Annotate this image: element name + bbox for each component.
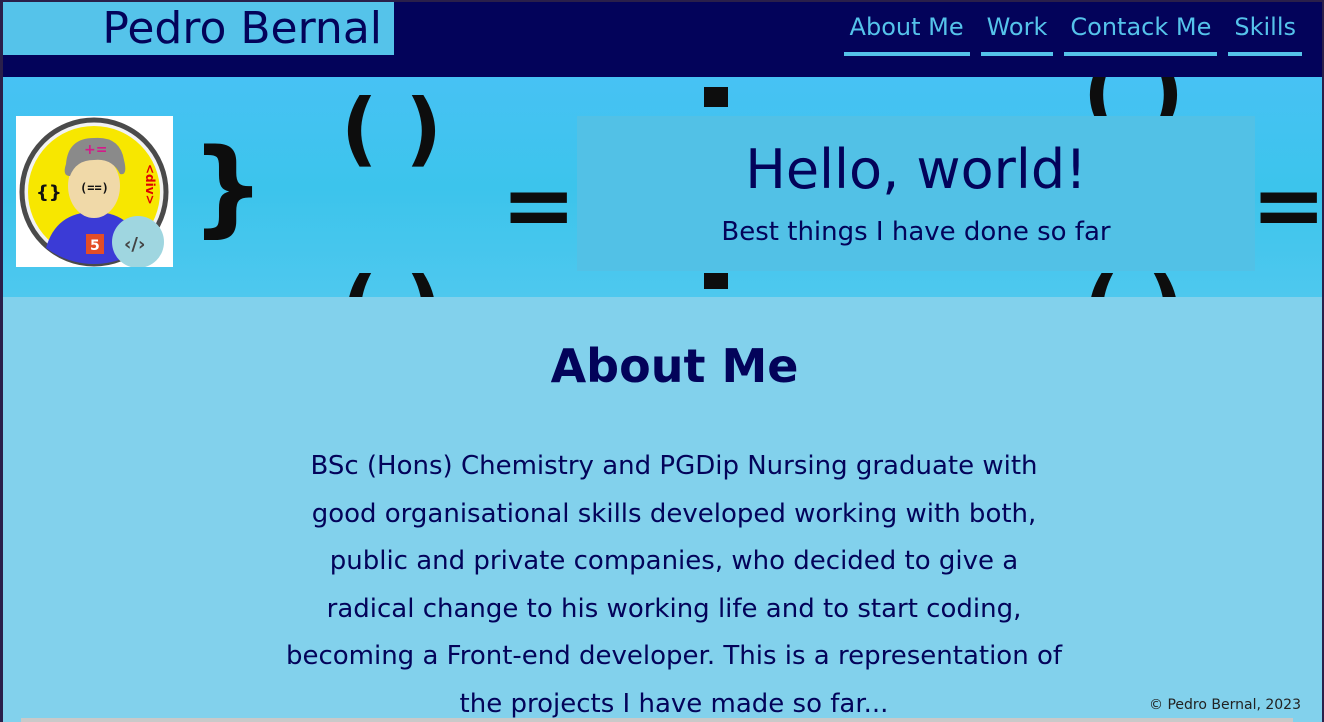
hero-parens-glyph: ( ) [341,82,442,175]
main-nav: About Me Work Contack Me Skills [843,2,1302,56]
site-header: Pedro Bernal About Me Work Contack Me Sk… [3,2,1322,77]
hero-banner: } ( ) ( ) = ( ) ( ) = += {} (==) <div> 5… [3,77,1322,297]
site-brand[interactable]: Pedro Bernal [3,2,394,55]
svg-text:+=: += [84,142,107,158]
svg-text:<div>: <div> [143,164,157,205]
svg-text:(==): (==) [80,181,109,195]
hero-equals-glyph: = [501,153,577,258]
hero-subtitle: Best things I have done so far [721,217,1111,247]
hero-parens-glyph-right-bottom: ( ) [1083,267,1184,298]
horizontal-scrollbar[interactable] [21,718,1293,722]
hero-title: Hello, world! [745,138,1087,201]
footer-copyright: © Pedro Bernal, 2023 [1149,697,1301,713]
nav-about-me[interactable]: About Me [843,2,970,56]
nav-work[interactable]: Work [980,2,1054,56]
svg-text:{}: {} [36,182,62,203]
hero-equals-glyph-right: = [1251,153,1322,258]
about-heading: About Me [550,339,799,393]
hero-bar-glyph-bottom [704,273,728,289]
svg-text:‹/›: ‹/› [124,234,145,255]
nav-contact-me[interactable]: Contack Me [1064,2,1218,56]
hero-brace-glyph: } [191,126,266,248]
avatar-illustration: += {} (==) <div> 5 ‹/› [19,117,169,268]
about-text: BSc (Hons) Chemistry and PGDip Nursing g… [285,451,1063,719]
svg-text:5: 5 [90,238,100,254]
developer-avatar-icon: += {} (==) <div> 5 ‹/› [16,116,173,268]
nav-skills[interactable]: Skills [1228,2,1302,56]
hero-bar-glyph [704,87,728,107]
hero-greeting-box: Hello, world! Best things I have done so… [577,116,1255,271]
page: Pedro Bernal About Me Work Contack Me Sk… [3,2,1322,722]
hero-parens-glyph-bottom: ( ) [341,267,442,298]
